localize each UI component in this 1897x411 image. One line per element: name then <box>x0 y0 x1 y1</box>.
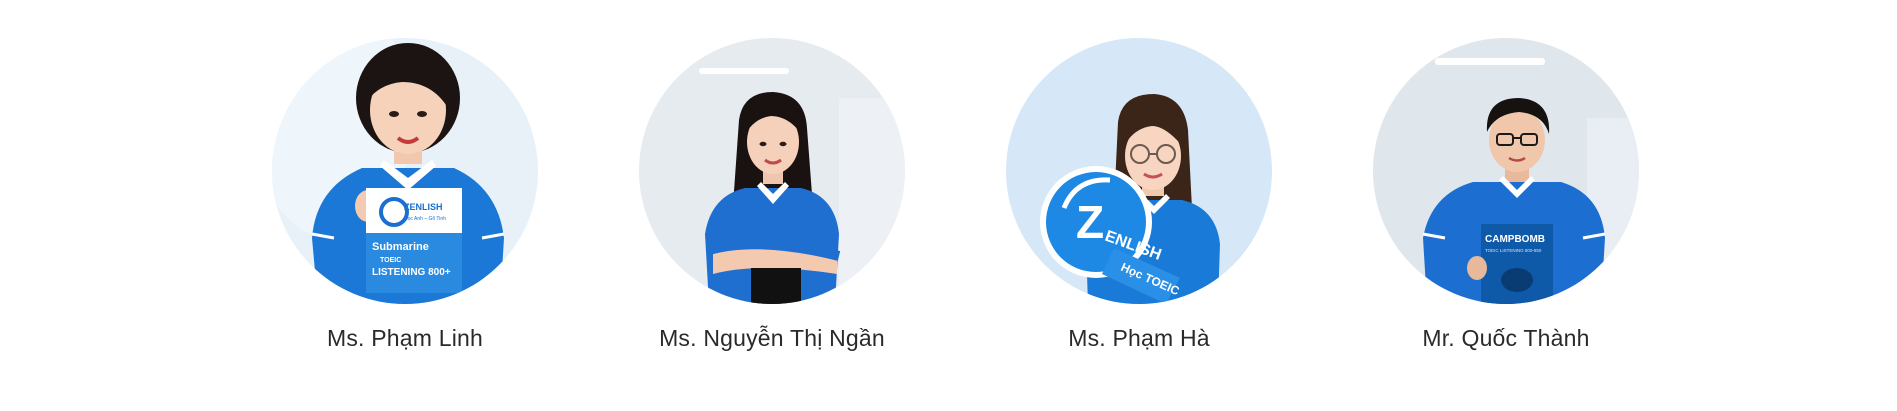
member-name: Ms. Nguyễn Thị Ngần <box>659 325 885 351</box>
book-title-3: LISTENING 800+ <box>372 267 451 278</box>
book-tagline-text: Học Anh – Gõ Tinh <box>404 216 446 222</box>
avatar-photo: Z ENLISH Học TOEIC <box>1006 38 1272 304</box>
avatar <box>639 38 905 304</box>
team-row: ZENLISH Học Anh – Gõ Tinh Submarine TOEI… <box>0 0 1897 411</box>
avatar-photo: ZENLISH Học Anh – Gõ Tinh Submarine TOEI… <box>272 38 538 304</box>
book-title-1: Submarine <box>372 241 429 253</box>
book-brand-text: ZENLISH <box>404 202 443 212</box>
sign-letter: Z <box>1076 196 1104 248</box>
team-member-card: CAMPBOMB TOEIC LISTENING 800-850 Mr. Quố… <box>1373 38 1639 352</box>
avatar-photo: CAMPBOMB TOEIC LISTENING 800-850 <box>1373 38 1639 304</box>
avatar: ZENLISH Học Anh – Gõ Tinh Submarine TOEI… <box>272 38 538 304</box>
avatar-photo <box>639 38 905 304</box>
team-member-card: ZENLISH Học Anh – Gõ Tinh Submarine TOEI… <box>272 38 538 352</box>
team-member-card: Z ENLISH Học TOEIC Ms. Phạm Hà <box>1006 38 1272 352</box>
avatar: CAMPBOMB TOEIC LISTENING 800-850 <box>1373 38 1639 304</box>
member-name: Ms. Phạm Linh <box>327 325 483 351</box>
book-title-1: CAMPBOMB <box>1485 234 1545 245</box>
book-title-2: TOEIC LISTENING 800-850 <box>1485 248 1542 253</box>
member-name: Ms. Phạm Hà <box>1068 325 1210 351</box>
team-member-card: Ms. Nguyễn Thị Ngần <box>639 38 905 352</box>
member-name: Mr. Quốc Thành <box>1422 325 1590 351</box>
book-title-2: TOEIC <box>380 257 401 264</box>
avatar: Z ENLISH Học TOEIC <box>1006 38 1272 304</box>
